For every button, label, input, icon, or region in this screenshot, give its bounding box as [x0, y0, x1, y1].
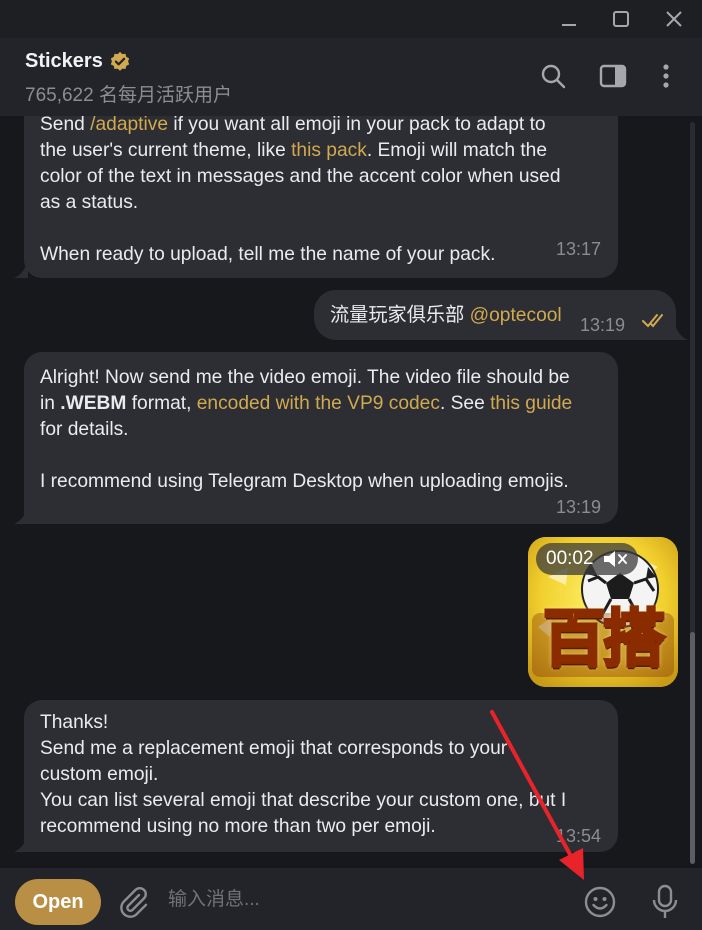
sidebar-toggle-button[interactable] [596, 59, 630, 93]
message-time: 13:54 [556, 826, 602, 846]
message-line: custom emoji. [40, 764, 159, 785]
message-line: Thanks! [40, 712, 109, 733]
emoji-button[interactable] [580, 882, 620, 922]
outgoing-message[interactable]: 流量玩家俱乐部 @optecool 13:19 [314, 290, 676, 340]
window-titlebar [0, 0, 702, 38]
close-icon [666, 11, 682, 27]
close-button[interactable] [656, 4, 692, 34]
chat-title: Stickers [25, 50, 103, 72]
bubble-tail [14, 834, 28, 852]
more-vertical-icon [663, 64, 669, 88]
video-duration-pill[interactable]: 00:02 [536, 543, 638, 575]
chat-header[interactable]: Stickers 765,622 名每月活跃用户 [0, 38, 702, 116]
message-composer: Open [0, 868, 702, 930]
bubble-tail [674, 322, 688, 340]
message-line: recommend using no more than two per emo… [40, 816, 436, 837]
message-line: color of the text in messages and the ac… [40, 166, 561, 187]
sidebar-toggle-icon [599, 64, 627, 88]
message-list[interactable]: Send /adaptive if you want all emoji in … [0, 116, 702, 868]
bot-message-adaptive[interactable]: Send /adaptive if you want all emoji in … [24, 116, 618, 278]
minimize-button[interactable] [551, 4, 587, 34]
message-input[interactable] [168, 880, 548, 920]
double-check-icon [642, 314, 663, 328]
message-time: 13:17 [556, 239, 602, 259]
bot-message-thanks[interactable]: Thanks! Send me a replacement emoji that… [24, 700, 618, 852]
message-line: Send me a replacement emoji that corresp… [40, 738, 508, 759]
message-text: 流量玩家俱乐部 [330, 305, 470, 326]
message-line: Alright! Now send me the video emoji. Th… [40, 367, 570, 388]
chat-scrollbar[interactable] [690, 122, 695, 864]
message-line: I recommend using Telegram Desktop when … [40, 471, 569, 492]
bot-message-video-instructions[interactable]: Alright! Now send me the video emoji. Th… [24, 352, 618, 524]
video-thumbnail-text: 百搭 [541, 601, 666, 677]
message-line: Send /adaptive if you want all emoji in … [40, 116, 546, 135]
message-line: When ready to upload, tell me the name o… [40, 244, 496, 265]
message-line: in .WEBM format, encoded with the VP9 co… [40, 393, 573, 414]
message-line: for details. [40, 419, 129, 440]
scrollbar-thumb[interactable] [690, 632, 695, 864]
mention-link[interactable]: @optecool [470, 305, 562, 326]
message-line: the user's current theme, like this pack… [40, 140, 548, 161]
message-time: 13:19 [580, 315, 626, 335]
microphone-icon [652, 884, 678, 918]
vp9-codec-link[interactable]: encoded with the VP9 codec [197, 393, 440, 414]
attach-icon [120, 887, 148, 918]
message-time: 13:19 [556, 497, 602, 517]
this-pack-link[interactable]: this pack [291, 140, 367, 161]
member-count: 765,622 名每月活跃用户 [25, 85, 232, 106]
search-icon [541, 64, 566, 89]
video-message[interactable]: 百搭 00:02 [528, 537, 678, 687]
this-guide-link[interactable]: this guide [490, 393, 572, 414]
more-button[interactable] [649, 59, 683, 93]
muted-speaker-icon [603, 551, 627, 567]
message-line: You can list several emoji that describe… [40, 790, 567, 811]
adaptive-command-link[interactable]: /adaptive [90, 116, 168, 135]
chat-title-row[interactable]: Stickers [25, 50, 131, 73]
bubble-tail [14, 260, 28, 278]
minimize-icon [562, 24, 576, 26]
maximize-button[interactable] [603, 4, 639, 34]
voice-record-button[interactable] [645, 882, 685, 922]
message-line: as a status. [40, 192, 139, 213]
attach-button[interactable] [114, 882, 154, 922]
maximize-icon [613, 11, 629, 27]
open-button[interactable]: Open [15, 879, 101, 925]
bubble-tail [14, 506, 28, 524]
verified-badge-icon [110, 51, 130, 71]
search-button[interactable] [536, 59, 570, 93]
emoji-icon [584, 886, 616, 918]
video-duration: 00:02 [546, 548, 594, 569]
